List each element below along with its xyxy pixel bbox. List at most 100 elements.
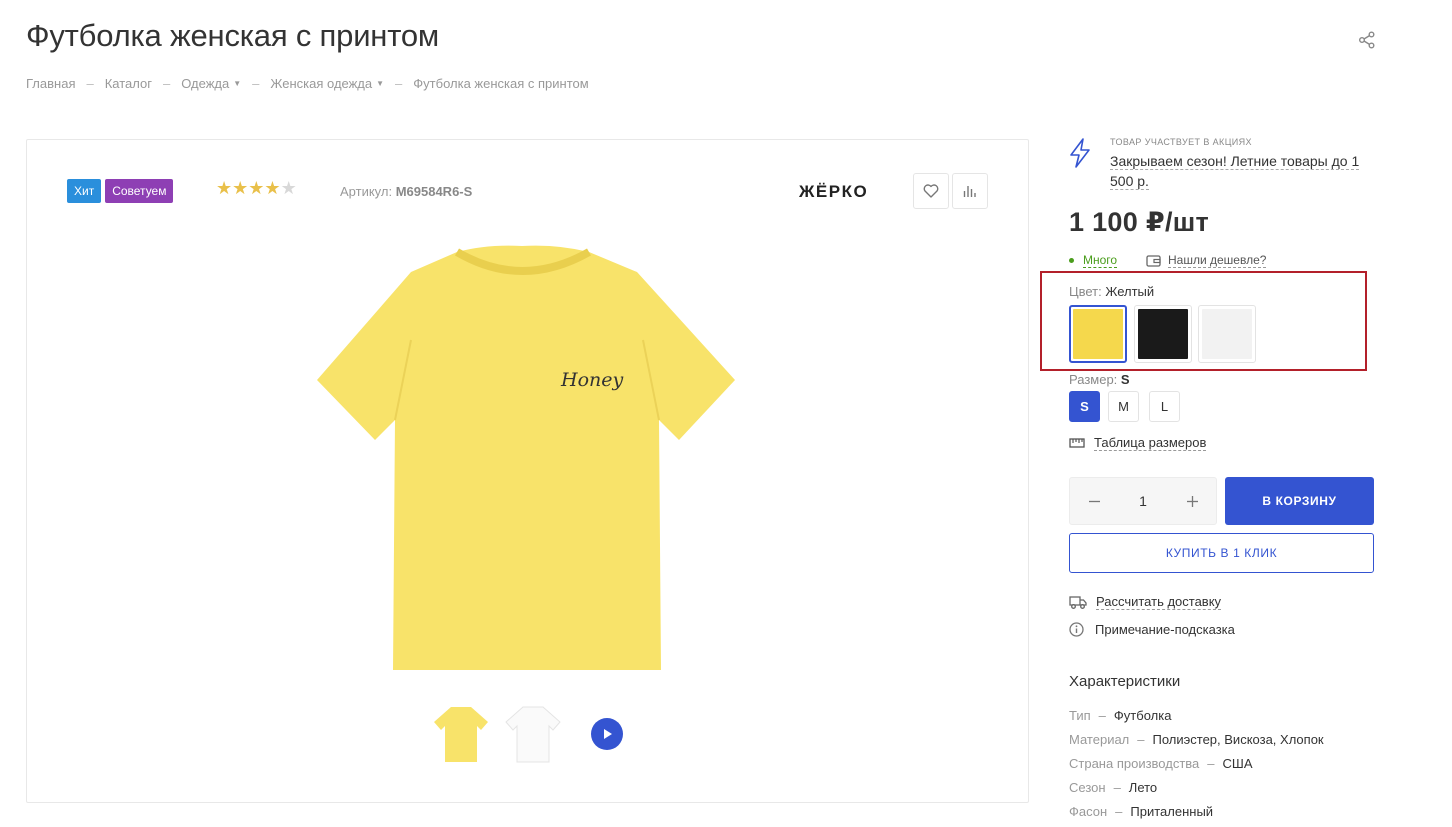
spec-value: Полиэстер, Вискоза, Хлопок (1152, 732, 1324, 747)
size-value: S (1120, 372, 1130, 387)
color-swatch-white[interactable] (1198, 305, 1256, 363)
badges: Хит Советуем (67, 179, 174, 203)
spec-key: Сезон (1069, 780, 1106, 795)
product-main-image[interactable]: Honey (307, 240, 747, 680)
wallet-icon (1146, 255, 1161, 267)
promo-label: ТОВАР УЧАСТВУЕТ В АКЦИЯХ (1110, 137, 1252, 147)
color-value: Желтый (1105, 284, 1155, 299)
breadcrumb-clothes[interactable]: Одежда ▼ (181, 76, 241, 91)
stock-status: Много (1069, 253, 1118, 268)
info-icon (1069, 622, 1084, 637)
hint-text: Примечание-подсказка (1095, 622, 1235, 637)
quantity-decrease-button[interactable] (1070, 478, 1118, 524)
breadcrumb-separator: – (395, 76, 403, 91)
page-title: Футболка женская с принтом (26, 18, 440, 53)
play-icon (604, 729, 612, 739)
spec-row-type: Тип – Футболка (1069, 708, 1171, 723)
lightning-icon (1070, 138, 1090, 168)
spec-separator: – (1115, 804, 1123, 819)
color-swatch-black[interactable] (1134, 305, 1192, 363)
found-cheaper-text: Нашли дешевле? (1168, 253, 1267, 268)
stock-text: Много (1083, 253, 1118, 268)
badge-hit: Хит (67, 179, 102, 203)
breadcrumb-separator: – (252, 76, 260, 91)
print-text: Honey (560, 369, 623, 391)
thumbnail-strip (431, 704, 623, 764)
swatch-fill (1073, 309, 1123, 359)
quantity-stepper (1069, 477, 1217, 525)
breadcrumb-catalog[interactable]: Каталог (105, 76, 152, 91)
compare-button[interactable] (952, 173, 988, 209)
breadcrumb-womens[interactable]: Женская одежда ▼ (270, 76, 384, 91)
brand-logo[interactable]: ЖЁРКО (799, 182, 868, 202)
spec-value: Лето (1128, 780, 1158, 795)
video-play-button[interactable] (591, 718, 623, 750)
add-to-cart-button[interactable]: В КОРЗИНУ (1225, 477, 1374, 525)
specs-title: Характеристики (1069, 673, 1181, 690)
star-icon: ★ (232, 178, 249, 198)
spec-row-country: Страна производства – США (1069, 756, 1253, 771)
spec-key: Страна производства (1069, 756, 1200, 771)
truck-icon (1069, 595, 1087, 609)
spec-separator: – (1113, 780, 1121, 795)
star-icon: ★ (264, 178, 281, 198)
article-label: Артикул: (340, 184, 393, 199)
promo-link-text: Закрываем сезон! Летние товары до 1 500 … (1110, 153, 1360, 190)
rating-stars[interactable]: ★★★★★ (216, 178, 297, 199)
swatch-fill (1138, 309, 1188, 359)
buy-one-click-button[interactable]: КУПИТЬ В 1 КЛИК (1069, 533, 1374, 573)
caret-down-icon: ▼ (233, 79, 242, 88)
spec-key: Фасон (1069, 804, 1108, 819)
breadcrumb-current: Футболка женская с принтом (413, 76, 589, 91)
spec-key: Тип (1069, 708, 1091, 723)
size-option-s[interactable]: S (1069, 391, 1100, 422)
spec-separator: – (1098, 708, 1106, 723)
star-icon: ★ (216, 178, 233, 198)
star-empty-icon: ★ (280, 178, 297, 198)
spec-value: Футболка (1113, 708, 1172, 723)
delivery-calc-text: Рассчитать доставку (1096, 594, 1222, 610)
spec-key: Материал (1069, 732, 1130, 747)
minus-icon (1088, 500, 1100, 502)
size-label: Размер: S (1069, 372, 1130, 387)
breadcrumb-home[interactable]: Главная (26, 76, 75, 91)
badge-advise: Советуем (105, 179, 174, 203)
breadcrumb: Главная – Каталог – Одежда ▼ – Женская од… (26, 76, 589, 91)
spec-value: Приталенный (1130, 804, 1214, 819)
breadcrumb-clothes-label: Одежда (181, 76, 230, 91)
breadcrumb-separator: – (162, 76, 171, 91)
caret-down-icon: ▼ (376, 79, 385, 88)
quantity-input[interactable] (1123, 493, 1163, 509)
thumbnail-white[interactable] (503, 704, 563, 764)
spec-row-material: Материал – Полиэстер, Вискоза, Хлопок (1069, 732, 1324, 747)
size-option-l[interactable]: L (1149, 391, 1180, 422)
spec-separator: – (1137, 732, 1145, 747)
size-table-link[interactable]: Таблица размеров (1069, 435, 1207, 451)
chart-bars-icon (963, 186, 976, 197)
color-label-text: Цвет: (1069, 284, 1102, 299)
breadcrumb-separator: – (86, 76, 94, 91)
article-value: M69584R6-S (395, 184, 473, 199)
spec-row-fit: Фасон – Приталенный (1069, 804, 1213, 819)
color-label: Цвет: Желтый (1069, 284, 1154, 299)
breadcrumb-womens-label: Женская одежда (270, 76, 373, 91)
spec-separator: – (1207, 756, 1215, 771)
size-table-text: Таблица размеров (1094, 435, 1207, 451)
ruler-icon (1069, 438, 1085, 448)
favorite-button[interactable] (913, 173, 949, 209)
found-cheaper-link[interactable]: Нашли дешевле? (1146, 253, 1267, 268)
stock-dot-icon (1069, 258, 1074, 263)
product-gallery: Хит Советуем ★★★★★ Артикул: M69584R6-S Ж… (26, 139, 1029, 803)
share-icon[interactable] (1358, 31, 1376, 49)
promo-link[interactable]: Закрываем сезон! Летние товары до 1 500 … (1110, 151, 1360, 191)
size-option-m[interactable]: M (1108, 391, 1139, 422)
color-swatch-yellow[interactable] (1069, 305, 1127, 363)
thumbnail-yellow[interactable] (431, 704, 491, 764)
article-number: Артикул: M69584R6-S (340, 184, 472, 199)
spec-value: США (1222, 756, 1253, 771)
quantity-increase-button[interactable] (1168, 478, 1216, 524)
star-icon: ★ (248, 178, 265, 198)
delivery-calc-link[interactable]: Рассчитать доставку (1069, 594, 1222, 610)
heart-icon (923, 184, 939, 198)
spec-row-season: Сезон – Лето (1069, 780, 1157, 795)
